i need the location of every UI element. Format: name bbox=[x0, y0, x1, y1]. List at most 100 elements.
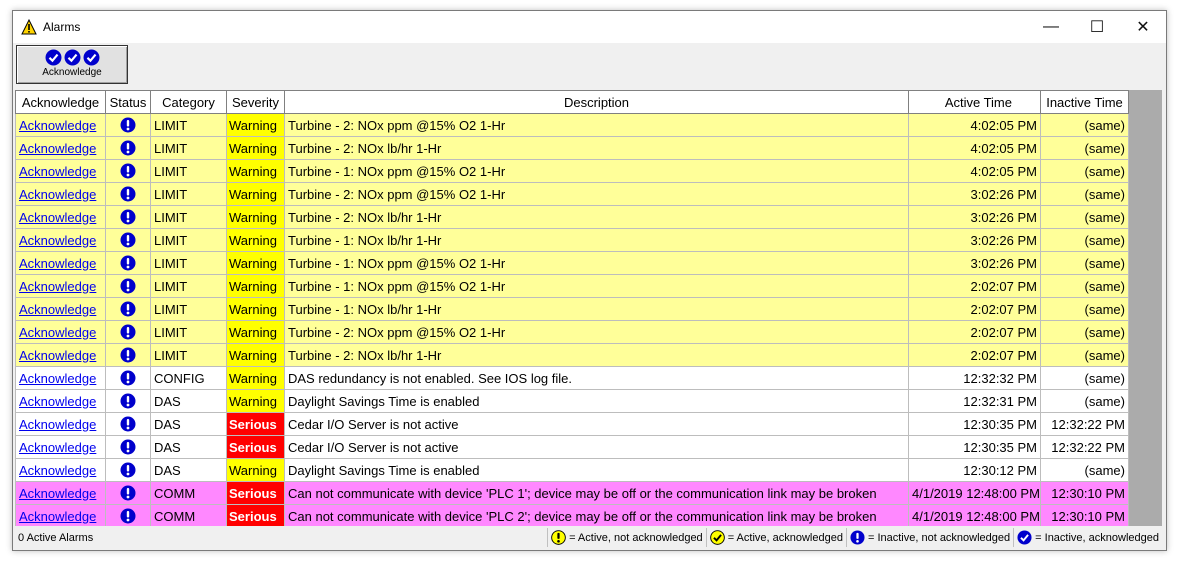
inactive-unacked-icon bbox=[120, 462, 136, 478]
column-header-description[interactable]: Description bbox=[284, 90, 909, 114]
acknowledge-link[interactable]: Acknowledge bbox=[19, 187, 96, 202]
column-header-inactive-time[interactable]: Inactive Time bbox=[1040, 90, 1129, 114]
category-cell: LIMIT bbox=[150, 205, 227, 229]
category-cell: COMM bbox=[150, 504, 227, 526]
column-header-severity[interactable]: Severity bbox=[226, 90, 285, 114]
description-cell: Turbine - 1: NOx lb/hr 1-Hr bbox=[284, 228, 909, 252]
inactive-unacked-icon bbox=[120, 301, 136, 317]
column-header-active-time[interactable]: Active Time bbox=[908, 90, 1041, 114]
severity-cell: Serious bbox=[226, 481, 285, 505]
inactive-time-cell: (same) bbox=[1040, 320, 1129, 344]
table-row[interactable]: Acknowledge DAS Warning Daylight Savings Ti… bbox=[15, 389, 1129, 413]
acknowledge-link[interactable]: Acknowledge bbox=[19, 141, 96, 156]
inactive-unacked-icon bbox=[120, 140, 136, 156]
active-time-cell: 12:32:32 PM bbox=[908, 366, 1041, 390]
active-time-cell: 3:02:26 PM bbox=[908, 228, 1041, 252]
table-row[interactable]: Acknowledge LIMIT Warning Turbine - 2: NOx … bbox=[15, 320, 1129, 344]
severity-cell: Warning bbox=[226, 389, 285, 413]
alarm-table: Acknowledge Status Category Severity Des… bbox=[15, 90, 1129, 526]
table-row[interactable]: Acknowledge DAS Serious Cedar I/O Server is… bbox=[15, 435, 1129, 459]
acknowledge-link[interactable]: Acknowledge bbox=[19, 440, 96, 455]
status-cell bbox=[105, 412, 151, 436]
legend-text: = Inactive, not acknowledged bbox=[867, 531, 1011, 544]
category-cell: LIMIT bbox=[150, 136, 227, 160]
inactive-time-cell: 12:32:22 PM bbox=[1040, 412, 1129, 436]
legend-text: = Active, acknowledged bbox=[727, 531, 843, 544]
acknowledge-link[interactable]: Acknowledge bbox=[19, 486, 96, 501]
active-time-cell: 3:02:26 PM bbox=[908, 251, 1041, 275]
inactive-unacked-icon bbox=[120, 347, 136, 363]
active-acked-icon bbox=[709, 530, 725, 545]
acknowledge-link[interactable]: Acknowledge bbox=[19, 394, 96, 409]
acknowledge-link[interactable]: Acknowledge bbox=[19, 371, 96, 386]
alarm-grid[interactable]: Acknowledge Status Category Severity Des… bbox=[15, 90, 1162, 526]
acknowledge-link[interactable]: Acknowledge bbox=[19, 279, 96, 294]
inactive-unacked-icon bbox=[120, 232, 136, 248]
acknowledge-cell: Acknowledge bbox=[15, 389, 106, 413]
table-row[interactable]: Acknowledge LIMIT Warning Turbine - 2: NOx … bbox=[15, 343, 1129, 367]
active-time-cell: 2:02:07 PM bbox=[908, 297, 1041, 321]
inactive-acked-icon bbox=[1017, 530, 1032, 545]
table-row[interactable]: Acknowledge LIMIT Warning Turbine - 1: NOx … bbox=[15, 297, 1129, 321]
severity-cell: Warning bbox=[226, 251, 285, 275]
acknowledge-link[interactable]: Acknowledge bbox=[19, 164, 96, 179]
active-time-cell: 4:02:05 PM bbox=[908, 113, 1041, 137]
table-row[interactable]: Acknowledge LIMIT Warning Turbine - 1: NOx … bbox=[15, 159, 1129, 183]
category-cell: LIMIT bbox=[150, 182, 227, 206]
inactive-unacked-icon bbox=[120, 416, 136, 432]
acknowledge-link[interactable]: Acknowledge bbox=[19, 325, 96, 340]
severity-cell: Warning bbox=[226, 297, 285, 321]
acknowledge-link[interactable]: Acknowledge bbox=[19, 509, 96, 524]
inactive-time-cell: (same) bbox=[1040, 274, 1129, 298]
description-cell: Cedar I/O Server is not active bbox=[284, 412, 909, 436]
table-row[interactable]: Acknowledge COMM Serious Can not communicat… bbox=[15, 504, 1129, 526]
table-row[interactable]: Acknowledge LIMIT Warning Turbine - 2: NOx … bbox=[15, 113, 1129, 137]
acknowledge-cell: Acknowledge bbox=[15, 343, 106, 367]
inactive-time-cell: (same) bbox=[1040, 458, 1129, 482]
table-row[interactable]: Acknowledge LIMIT Warning Turbine - 1: NOx … bbox=[15, 251, 1129, 275]
window-title: Alarms bbox=[43, 20, 81, 34]
header-row: Acknowledge Status Category Severity Des… bbox=[15, 90, 1129, 114]
acknowledge-cell: Acknowledge bbox=[15, 435, 106, 459]
acknowledge-link[interactable]: Acknowledge bbox=[19, 233, 96, 248]
check-circle-icon bbox=[83, 49, 99, 66]
acknowledge-link[interactable]: Acknowledge bbox=[19, 256, 96, 271]
acknowledge-cell: Acknowledge bbox=[15, 251, 106, 275]
column-header-category[interactable]: Category bbox=[150, 90, 227, 114]
table-row[interactable]: Acknowledge LIMIT Warning Turbine - 2: NOx … bbox=[15, 136, 1129, 160]
acknowledge-link[interactable]: Acknowledge bbox=[19, 348, 96, 363]
acknowledge-all-button[interactable]: Acknowledge bbox=[16, 45, 128, 84]
table-row[interactable]: Acknowledge LIMIT Warning Turbine - 1: NOx … bbox=[15, 274, 1129, 298]
table-row[interactable]: Acknowledge CONFIG Warning DAS redundancy i… bbox=[15, 366, 1129, 390]
table-row[interactable]: Acknowledge COMM Serious Can not communicat… bbox=[15, 481, 1129, 505]
acknowledge-cell: Acknowledge bbox=[15, 481, 106, 505]
table-row[interactable]: Acknowledge LIMIT Warning Turbine - 2: NOx … bbox=[15, 205, 1129, 229]
table-row[interactable]: Acknowledge LIMIT Warning Turbine - 2: NOx … bbox=[15, 182, 1129, 206]
maximize-button[interactable]: ☐ bbox=[1074, 11, 1120, 43]
description-cell: Turbine - 1: NOx ppm @15% O2 1-Hr bbox=[284, 159, 909, 183]
table-row[interactable]: Acknowledge DAS Warning Daylight Savings Ti… bbox=[15, 458, 1129, 482]
acknowledge-link[interactable]: Acknowledge bbox=[19, 118, 96, 133]
severity-cell: Serious bbox=[226, 412, 285, 436]
category-cell: LIMIT bbox=[150, 251, 227, 275]
minimize-button[interactable]: — bbox=[1028, 11, 1074, 43]
column-header-acknowledge[interactable]: Acknowledge bbox=[15, 90, 106, 114]
severity-cell: Warning bbox=[226, 228, 285, 252]
legend-item: = Inactive, acknowledged bbox=[1013, 528, 1162, 547]
table-row[interactable]: Acknowledge LIMIT Warning Turbine - 1: NOx … bbox=[15, 228, 1129, 252]
acknowledge-link[interactable]: Acknowledge bbox=[19, 210, 96, 225]
inactive-time-cell: (same) bbox=[1040, 113, 1129, 137]
description-cell: DAS redundancy is not enabled. See IOS l… bbox=[284, 366, 909, 390]
column-header-status[interactable]: Status bbox=[105, 90, 151, 114]
acknowledge-cell: Acknowledge bbox=[15, 182, 106, 206]
close-button[interactable]: ✕ bbox=[1120, 11, 1166, 43]
table-row[interactable]: Acknowledge DAS Serious Cedar I/O Server is… bbox=[15, 412, 1129, 436]
title-bar[interactable]: Alarms — ☐ ✕ bbox=[13, 11, 1166, 43]
legend-text: = Active, not acknowledged bbox=[569, 531, 703, 544]
acknowledge-link[interactable]: Acknowledge bbox=[19, 302, 96, 317]
status-cell bbox=[105, 297, 151, 321]
description-cell: Cedar I/O Server is not active bbox=[284, 435, 909, 459]
severity-cell: Warning bbox=[226, 366, 285, 390]
acknowledge-link[interactable]: Acknowledge bbox=[19, 417, 96, 432]
acknowledge-link[interactable]: Acknowledge bbox=[19, 463, 96, 478]
